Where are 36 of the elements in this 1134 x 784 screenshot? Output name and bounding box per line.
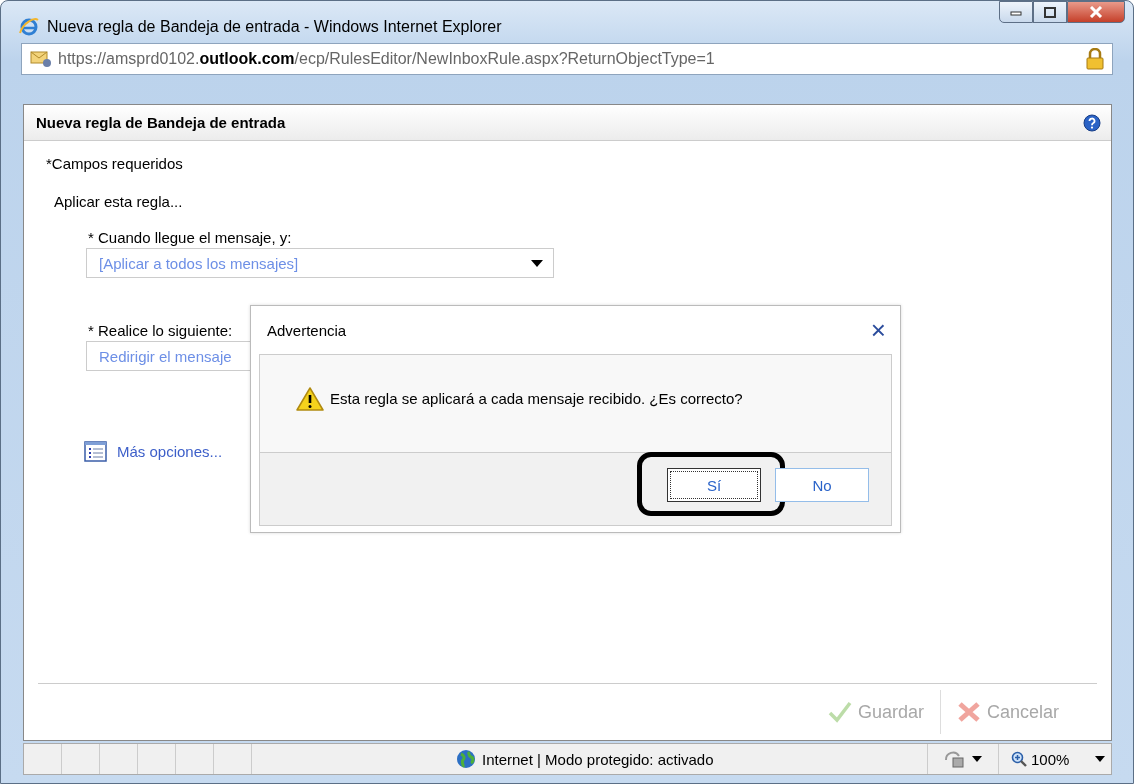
minimize-button[interactable] xyxy=(999,1,1033,23)
lock-icon xyxy=(944,750,966,768)
browser-logo-icon xyxy=(19,17,39,37)
close-icon xyxy=(1089,6,1103,18)
warning-message: Esta regla se aplicará a cada mensaje recibido. ¿Es correcto? xyxy=(330,390,743,407)
dialog-title: Advertencia xyxy=(267,321,347,339)
dropdown-arrow-icon xyxy=(531,259,543,267)
padlock-icon xyxy=(1086,48,1104,70)
field-label: * Cuando llegue el mensaje, y: xyxy=(88,229,292,246)
address-bar[interactable]: https://amsprd0102.outlook.com/ecp/RulesEditor/NewInboxRule.aspx?ReturnObjectType=1 xyxy=(21,43,1113,75)
panel-title: Nueva regla de Bandeja de entrada xyxy=(36,114,286,131)
no-button[interactable]: No xyxy=(775,468,869,502)
checkmark-icon xyxy=(827,701,852,723)
yes-button[interactable]: Sí xyxy=(667,468,761,502)
security-zone-text[interactable]: Internet | Modo protegido: activado xyxy=(482,750,714,768)
maximize-icon xyxy=(1044,6,1056,18)
maximize-button[interactable] xyxy=(1033,1,1067,23)
section-heading: Aplicar esta regla... xyxy=(54,193,183,210)
close-button[interactable]: × xyxy=(870,317,886,343)
warning-icon xyxy=(296,385,324,412)
action-field[interactable]: Redirigir el mensaje xyxy=(86,341,251,371)
zoom-icon xyxy=(1011,751,1027,767)
zoom-button[interactable]: 100% xyxy=(999,744,1111,774)
condition-dropdown[interactable]: [Aplicar a todos los mensajes] xyxy=(86,248,554,278)
window-title: Nueva regla de Bandeja de entrada - Windows Internet Explorer xyxy=(47,18,502,36)
field-label: * Realice lo siguiente: xyxy=(88,322,233,339)
more-options-link[interactable]: Más opciones... xyxy=(84,441,223,462)
globe-icon xyxy=(456,749,476,769)
mail-icon xyxy=(30,50,52,68)
list-icon xyxy=(84,441,107,462)
close-button[interactable] xyxy=(1067,1,1125,23)
url-text: https://amsprd0102.outlook.com/ecp/RulesEditor/NewInboxRule.aspx?ReturnObjectType=1 xyxy=(58,50,716,68)
cross-icon xyxy=(956,701,981,723)
minimize-icon xyxy=(1010,8,1022,16)
required-fields-note: *Campos requeridos xyxy=(46,155,183,172)
help-icon[interactable] xyxy=(1083,113,1101,132)
